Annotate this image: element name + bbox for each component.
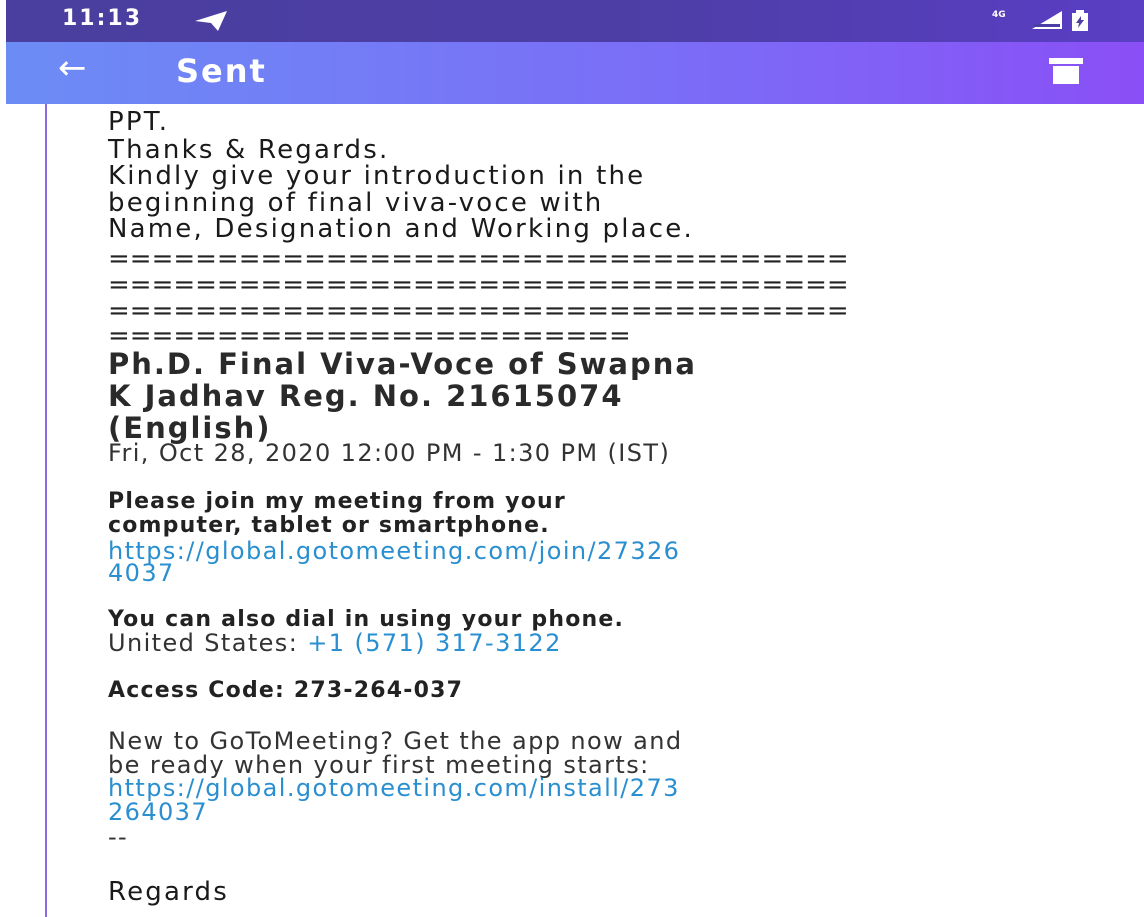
separator-line: ================================== (108, 244, 849, 274)
dial-country: United States: (108, 629, 308, 657)
page-title: Sent (176, 52, 267, 90)
closing-regards: Regards (108, 877, 230, 907)
message-line: beginning of final viva-voce with (108, 188, 604, 218)
signal-icon (1030, 9, 1064, 35)
telegram-send-icon (194, 10, 228, 36)
signature-dash: -- (108, 823, 129, 851)
battery-icon (1070, 10, 1090, 36)
message-line: Kindly give your introduction in the (108, 161, 646, 191)
message-line: Thanks & Regards. (108, 135, 390, 165)
status-bar: 11:13 4G (6, 0, 1144, 42)
network-type: 4G (992, 10, 1006, 20)
meeting-title: Ph.D. Final Viva-Voce of Swapna (108, 347, 697, 381)
back-arrow-icon[interactable]: ← (58, 48, 87, 88)
separator-line: ================================== (108, 270, 849, 300)
access-code: Access Code: 273-264-037 (108, 678, 464, 703)
dial-in-line: United States: +1 (571) 317-3122 (108, 630, 562, 656)
separator-line: ================================== (108, 296, 849, 326)
separator-line: ======================== (108, 321, 631, 351)
join-meeting-link[interactable]: 4037 (108, 560, 175, 586)
join-prompt: computer, tablet or smartphone. (108, 513, 550, 538)
meeting-time: Fri, Oct 28, 2020 12:00 PM - 1:30 PM (IS… (108, 439, 671, 467)
join-meeting-link[interactable]: https://global.gotomeeting.com/join/2732… (108, 538, 680, 564)
delete-icon[interactable] (1048, 56, 1084, 90)
app-bar: ← Sent (6, 42, 1144, 104)
install-app-link[interactable]: 264037 (108, 799, 208, 825)
dial-phone-link[interactable]: +1 (571) 317-3122 (307, 629, 562, 657)
meeting-title: K Jadhav Reg. No. 21615074 (108, 379, 624, 413)
status-time: 11:13 (62, 6, 143, 31)
join-prompt: Please join my meeting from your (108, 489, 566, 514)
quote-border (45, 104, 47, 917)
message-line: PPT. (108, 107, 170, 137)
message-line: Name, Designation and Working place. (108, 214, 694, 244)
